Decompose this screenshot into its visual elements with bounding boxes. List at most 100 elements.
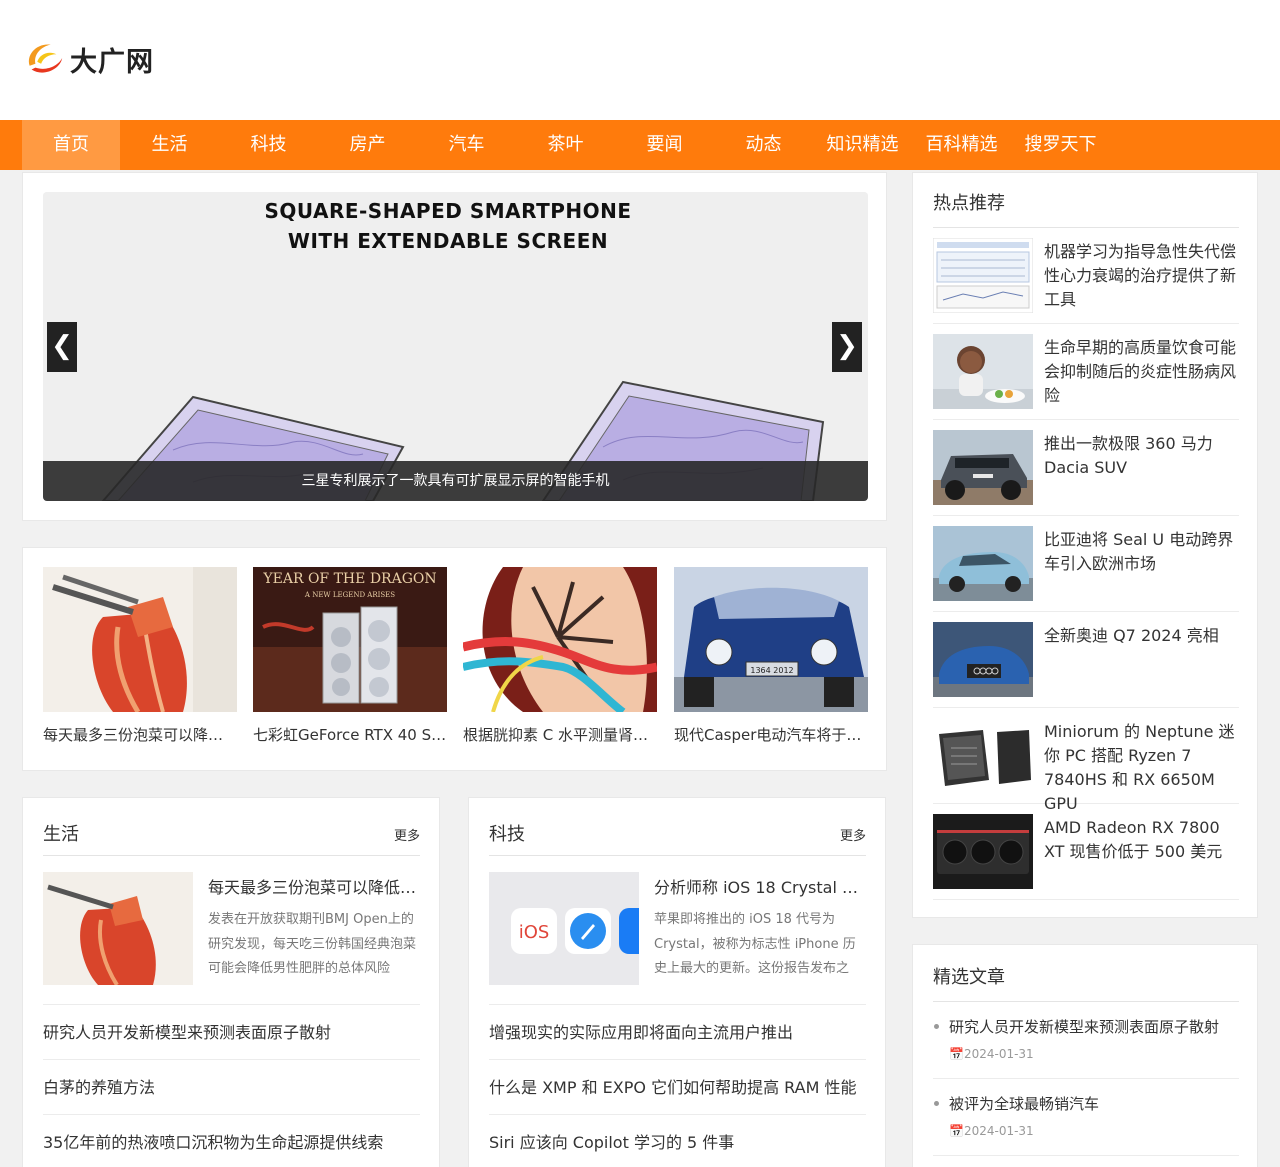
section-header: 科技 更多 [489, 816, 866, 856]
kimchi-image [43, 567, 237, 712]
featured-image[interactable]: iOS [489, 872, 639, 985]
hot-item[interactable]: Miniorum 的 Neptune 迷你 PC 搭配 Ryzen 7 7840… [933, 708, 1239, 813]
featured-title[interactable]: 分析师称 iOS 18 Crystal 将是苹果史上最大的更新 [654, 874, 866, 898]
site-logo[interactable]: 大广网 [22, 36, 162, 82]
gpu-image-subtext: A NEW LEGEND ARISES [304, 591, 395, 599]
nav-item-auto[interactable]: 汽车 [417, 120, 516, 170]
section-header: 生活 更多 [43, 816, 420, 856]
slide-headline: SQUARE-SHAPED SMARTPHONE WITH EXTENDABLE… [43, 196, 853, 256]
hot-item[interactable]: 生命早期的高质量饮食可能会抑制随后的炎症性肠病风险 [933, 324, 1239, 420]
list-item[interactable]: 什么是 XMP 和 EXPO 它们如何帮助提高 RAM 性能 [489, 1059, 866, 1114]
hot-item[interactable]: 机器学习为指导急性失代偿性心力衰竭的治疗提供了新工具 [933, 228, 1239, 324]
nav-item-explore[interactable]: 搜罗天下 [1011, 120, 1110, 170]
audi-thumb [933, 622, 1033, 697]
sidebar-title: 精选文章 [933, 967, 1005, 988]
gallery-title[interactable]: 七彩虹GeForce RTX 40 SUPER系列显卡 [253, 724, 447, 745]
site-name: 大广网 [70, 46, 154, 78]
hot-item[interactable]: 全新奥迪 Q7 2024 亮相 [933, 612, 1239, 708]
hot-thumb[interactable] [933, 334, 1033, 409]
slide-caption[interactable]: 三星专利展示了一款具有可扩展显示屏的智能手机 [43, 461, 868, 501]
nav-item-updates[interactable]: 动态 [714, 120, 813, 170]
slide-image[interactable]: SQUARE-SHAPED SMARTPHONE WITH EXTENDABLE… [43, 192, 868, 501]
list-item[interactable]: 研究人员开发新模型来预测表面原子散射 [43, 1004, 420, 1059]
featured-article-title[interactable]: 研究人员开发新模型来预测表面原子散射 [933, 1016, 1219, 1037]
more-link[interactable]: 更多 [840, 825, 866, 844]
hot-title[interactable]: 推出一款极限 360 马力 Dacia SUV [1044, 432, 1239, 480]
featured-title[interactable]: 每天最多三份泡菜可以降低男性肥胖的总体风险 [208, 874, 420, 898]
hyundai-image: 1364 2012 [674, 567, 868, 712]
hot-item[interactable]: 推出一款极限 360 马力 Dacia SUV [933, 420, 1239, 516]
hot-item[interactable]: AMD Radeon RX 7800 XT 现售价低于 500 美元 [933, 804, 1239, 900]
gallery-item[interactable]: 1364 2012 现代Casper电动汽车将于2025年推出 [674, 567, 868, 745]
gallery-image-kidney[interactable] [463, 567, 657, 712]
nav-item-realestate[interactable]: 房产 [318, 120, 417, 170]
nav-item-tech[interactable]: 科技 [219, 120, 318, 170]
hot-item[interactable]: 比亚迪将 Seal U 电动跨界车引入欧洲市场 [933, 516, 1239, 612]
hot-thumb[interactable] [933, 814, 1033, 889]
section-title: 生活 [43, 824, 79, 845]
minipc-thumb [933, 718, 1033, 793]
slider-next-button[interactable]: ❯ [832, 322, 862, 372]
logo-icon [28, 44, 63, 73]
gallery-item[interactable]: YEAR OF THE DRAGON A NEW LEGEND ARISES 七… [253, 567, 447, 745]
gallery-title[interactable]: 现代Casper电动汽车将于2025年推出 [674, 724, 868, 745]
featured-article-date: 📅2024-01-31 [949, 1124, 1034, 1138]
hot-thumb[interactable] [933, 238, 1033, 313]
gallery-title[interactable]: 根据胱抑素 C 水平测量肾功能 [463, 724, 657, 745]
slider-prev-button[interactable]: ❮ [47, 322, 77, 372]
hot-thumb[interactable] [933, 526, 1033, 601]
hot-thumb[interactable] [933, 718, 1033, 793]
gallery-title[interactable]: 每天最多三份泡菜可以降低男性肥胖的总体风险 [43, 724, 237, 745]
gallery-item[interactable]: 根据胱抑素 C 水平测量肾功能 [463, 567, 657, 745]
list-item[interactable]: Siri 应该向 Copilot 学习的 5 件事 [489, 1114, 866, 1167]
featured-article[interactable]: 每天最多三份泡菜可以降低男性肥胖的总体风险 发表在开放获取期刊BMJ Open上… [43, 872, 420, 985]
nav-item-life[interactable]: 生活 [120, 120, 219, 170]
list-item[interactable]: 增强现实的实际应用即将面向主流用户推出 [489, 1004, 866, 1059]
nav-item-encyclopedia[interactable]: 百科精选 [912, 120, 1011, 170]
hot-title[interactable]: 全新奥迪 Q7 2024 亮相 [1044, 624, 1239, 648]
featured-desc: 苹果即将推出的 iOS 18 代号为 Crystal，被称为标志性 iPhone… [654, 912, 856, 976]
featured-article-item[interactable]: 研究人员开发新模型来预测表面原子散射 📅2024-01-31 [933, 1002, 1239, 1079]
nav-item-news[interactable]: 要闻 [615, 120, 714, 170]
list-item[interactable]: 35亿年前的热液喷口沉积物为生命起源提供线索 [43, 1114, 420, 1167]
featured-article-date: 📅2024-01-31 [949, 1047, 1034, 1061]
license-plate: 1364 2012 [750, 666, 793, 675]
nav-item-tea[interactable]: 茶叶 [516, 120, 615, 170]
hot-title[interactable]: 生命早期的高质量饮食可能会抑制随后的炎症性肠病风险 [1044, 336, 1239, 408]
gallery-image-gpu[interactable]: YEAR OF THE DRAGON A NEW LEGEND ARISES [253, 567, 447, 712]
hot-thumb[interactable] [933, 430, 1033, 505]
more-link[interactable]: 更多 [394, 825, 420, 844]
gallery-item[interactable]: 每天最多三份泡菜可以降低男性肥胖的总体风险 [43, 567, 237, 745]
ios-app-label: iOS [519, 922, 550, 943]
gpu-image-text: YEAR OF THE DRAGON [262, 571, 436, 587]
list-item[interactable]: 白茅的养殖方法 [43, 1059, 420, 1114]
featured-image[interactable] [43, 872, 193, 985]
radeon-thumb [933, 814, 1033, 889]
sidebar-title: 热点推荐 [933, 193, 1005, 214]
article-list: 研究人员开发新模型来预测表面原子散射 白茅的养殖方法 35亿年前的热液喷口沉积物… [43, 1004, 420, 1167]
site-header: 大广网 [0, 0, 1280, 120]
hot-title[interactable]: Miniorum 的 Neptune 迷你 PC 搭配 Ryzen 7 7840… [1044, 720, 1239, 816]
section-tech: 科技 更多 iOS 分析师称 iOS 18 Crystal 将是苹果史上最大的更… [468, 797, 886, 1167]
article-list: 增强现实的实际应用即将面向主流用户推出 什么是 XMP 和 EXPO 它们如何帮… [489, 1004, 866, 1167]
hot-recommendations: 热点推荐 机器学习为指导急性失代偿性心力衰竭的治疗提供了新工具 生命早期的高质量… [912, 172, 1258, 918]
hot-thumb[interactable] [933, 622, 1033, 697]
featured-article-title[interactable]: 被评为全球最畅销汽车 [933, 1093, 1099, 1114]
nav-item-home[interactable]: 首页 [22, 120, 120, 170]
toddler-thumb [933, 334, 1033, 409]
ml-chart-thumb [933, 238, 1033, 313]
hot-title[interactable]: 机器学习为指导急性失代偿性心力衰竭的治疗提供了新工具 [1044, 240, 1239, 312]
hero-slider: SQUARE-SHAPED SMARTPHONE WITH EXTENDABLE… [22, 172, 887, 521]
dacia-thumb [933, 430, 1033, 505]
ios-thumb: iOS [489, 872, 639, 985]
hot-title[interactable]: 比亚迪将 Seal U 电动跨界车引入欧洲市场 [1044, 528, 1239, 576]
gallery-image-hyundai[interactable]: 1364 2012 [674, 567, 868, 712]
calendar-icon: 📅 [949, 1124, 964, 1138]
featured-article[interactable]: iOS 分析师称 iOS 18 Crystal 将是苹果史上最大的更新 苹果即将… [489, 872, 866, 985]
featured-article-item[interactable]: 被评为全球最畅销汽车 📅2024-01-31 [933, 1079, 1239, 1156]
featured-desc: 发表在开放获取期刊BMJ Open上的研究发现，每天吃三份韩国经典泡菜可能会降低… [208, 912, 417, 976]
nav-item-knowledge[interactable]: 知识精选 [813, 120, 912, 170]
gallery-image-kimchi[interactable] [43, 567, 237, 712]
featured-articles: 精选文章 研究人员开发新模型来预测表面原子散射 📅2024-01-31 被评为全… [912, 944, 1258, 1167]
hot-title[interactable]: AMD Radeon RX 7800 XT 现售价低于 500 美元 [1044, 816, 1239, 864]
